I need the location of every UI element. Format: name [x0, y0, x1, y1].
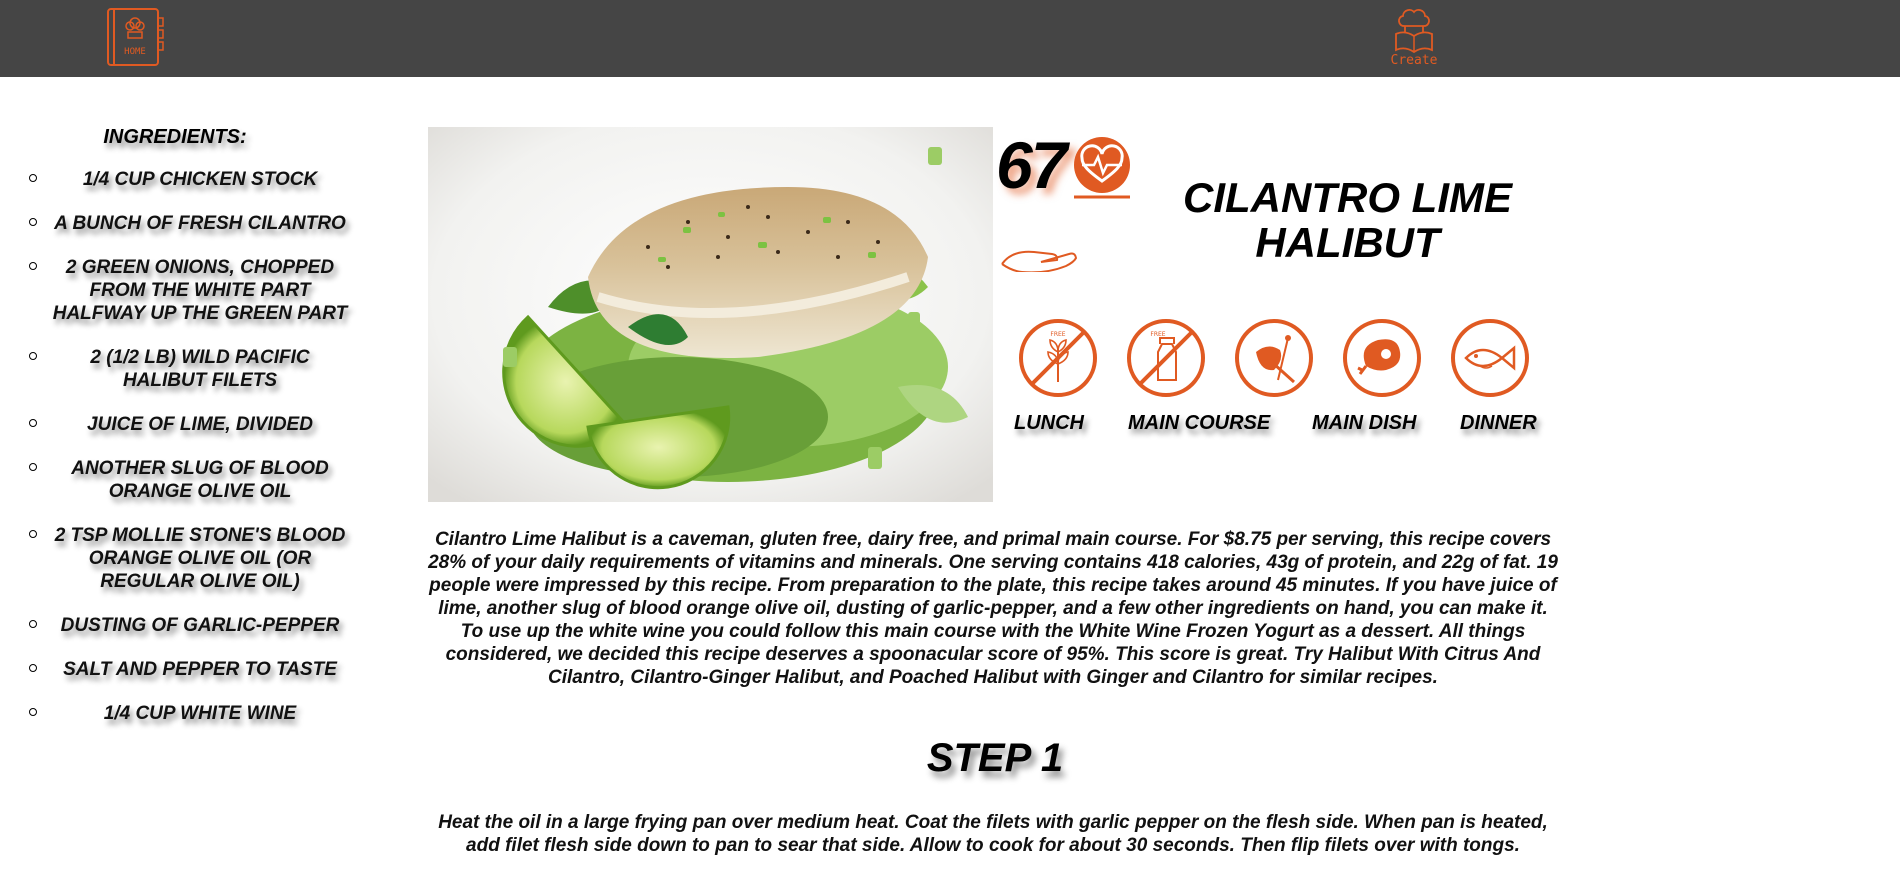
tag-lunch: LUNCH: [1014, 412, 1084, 434]
caveman-icon: [1235, 319, 1313, 397]
bullet-icon: [29, 708, 37, 716]
dish-photo: [428, 127, 993, 502]
svg-text:FREE: FREE: [1050, 331, 1065, 338]
bullet-icon: [29, 419, 37, 427]
ingredient-item: 2 green onions, chopped from the white p…: [0, 256, 360, 325]
ingredient-text: Salt and pepper to taste: [63, 659, 337, 680]
ingredient-item: 1/4 cup chicken stock: [0, 168, 360, 191]
home-button[interactable]: HOME: [104, 6, 166, 68]
svg-text:FREE: FREE: [1150, 331, 1165, 338]
bullet-icon: [29, 262, 37, 270]
hand-icon[interactable]: [1000, 236, 1082, 272]
top-nav-bar: HOME Create: [0, 0, 1900, 77]
tag-dinner: DINNER: [1460, 412, 1537, 434]
ingredients-title: INGREDIENTS:: [103, 126, 247, 148]
create-button[interactable]: Create: [1384, 4, 1444, 70]
ingredient-text: Juice of lime, divided: [87, 414, 313, 435]
chef-book-icon: [1395, 9, 1433, 54]
ingredient-item: 2 (1/2 lb) wild pacific halibut filets: [0, 346, 360, 392]
ingredient-item: Juice of lime, divided: [0, 413, 360, 436]
ingredient-text: Dusting of garlic-pepper: [60, 615, 340, 636]
dairy-free-icon: FREE: [1127, 319, 1205, 397]
ingredient-item: 2 tsp Mollie Stone's blood orange olive …: [0, 524, 360, 593]
ingredient-text: 2 green onions, chopped from the white p…: [52, 257, 348, 324]
tag-main-course: MAIN COURSE: [1128, 412, 1271, 434]
pescatarian-icon: [1451, 319, 1529, 397]
ingredient-item: Salt and pepper to taste: [0, 658, 360, 681]
ingredient-item: Another slug of blood orange olive oil: [0, 457, 360, 503]
health-score: 67: [996, 128, 1067, 202]
step-text: Heat the oil in a large frying pan over …: [438, 812, 1548, 856]
recipe-title: CILANTRO LIME HALIBUT: [1183, 174, 1512, 266]
tag-main-dish: MAIN DISH: [1312, 412, 1417, 434]
ingredients-list: 1/4 cup chicken stock A bunch of fresh c…: [0, 168, 360, 746]
create-label: Create: [1390, 53, 1438, 68]
ingredient-text: 2 tsp Mollie Stone's blood orange olive …: [54, 525, 346, 592]
ingredient-text: A bunch of fresh cilantro: [54, 213, 346, 234]
bullet-icon: [29, 664, 37, 672]
ingredient-text: 1/4 cup white wine: [103, 703, 297, 724]
ingredient-item: A bunch of fresh cilantro: [0, 212, 360, 235]
bullet-icon: [29, 620, 37, 628]
ingredient-text: 2 (1/2 lb) wild pacific halibut filets: [90, 347, 310, 391]
bullet-icon: [29, 530, 37, 538]
primal-icon: [1343, 319, 1421, 397]
ingredient-text: 1/4 cup chicken stock: [82, 169, 318, 190]
bullet-icon: [29, 218, 37, 226]
diet-icons-row: FREE FREE: [1018, 318, 1538, 400]
bullet-icon: [29, 352, 37, 360]
home-label: HOME: [124, 47, 146, 57]
gluten-free-icon: FREE: [1019, 319, 1097, 397]
ingredient-item: Dusting of garlic-pepper: [0, 614, 360, 637]
recipe-summary: Cilantro Lime Halibut is a caveman, glut…: [428, 529, 1558, 688]
ingredient-item: 1/4 cup white wine: [0, 702, 360, 725]
bullet-icon: [29, 174, 37, 182]
dish-type-tags: LUNCH MAIN COURSE MAIN DISH DINNER: [1000, 412, 1560, 442]
ingredient-text: Another slug of blood orange olive oil: [71, 458, 329, 502]
bullet-icon: [29, 463, 37, 471]
heart-pulse-icon: [1074, 137, 1130, 199]
step-title: STEP 1: [926, 736, 1064, 780]
cookbook-icon: HOME: [107, 8, 164, 66]
